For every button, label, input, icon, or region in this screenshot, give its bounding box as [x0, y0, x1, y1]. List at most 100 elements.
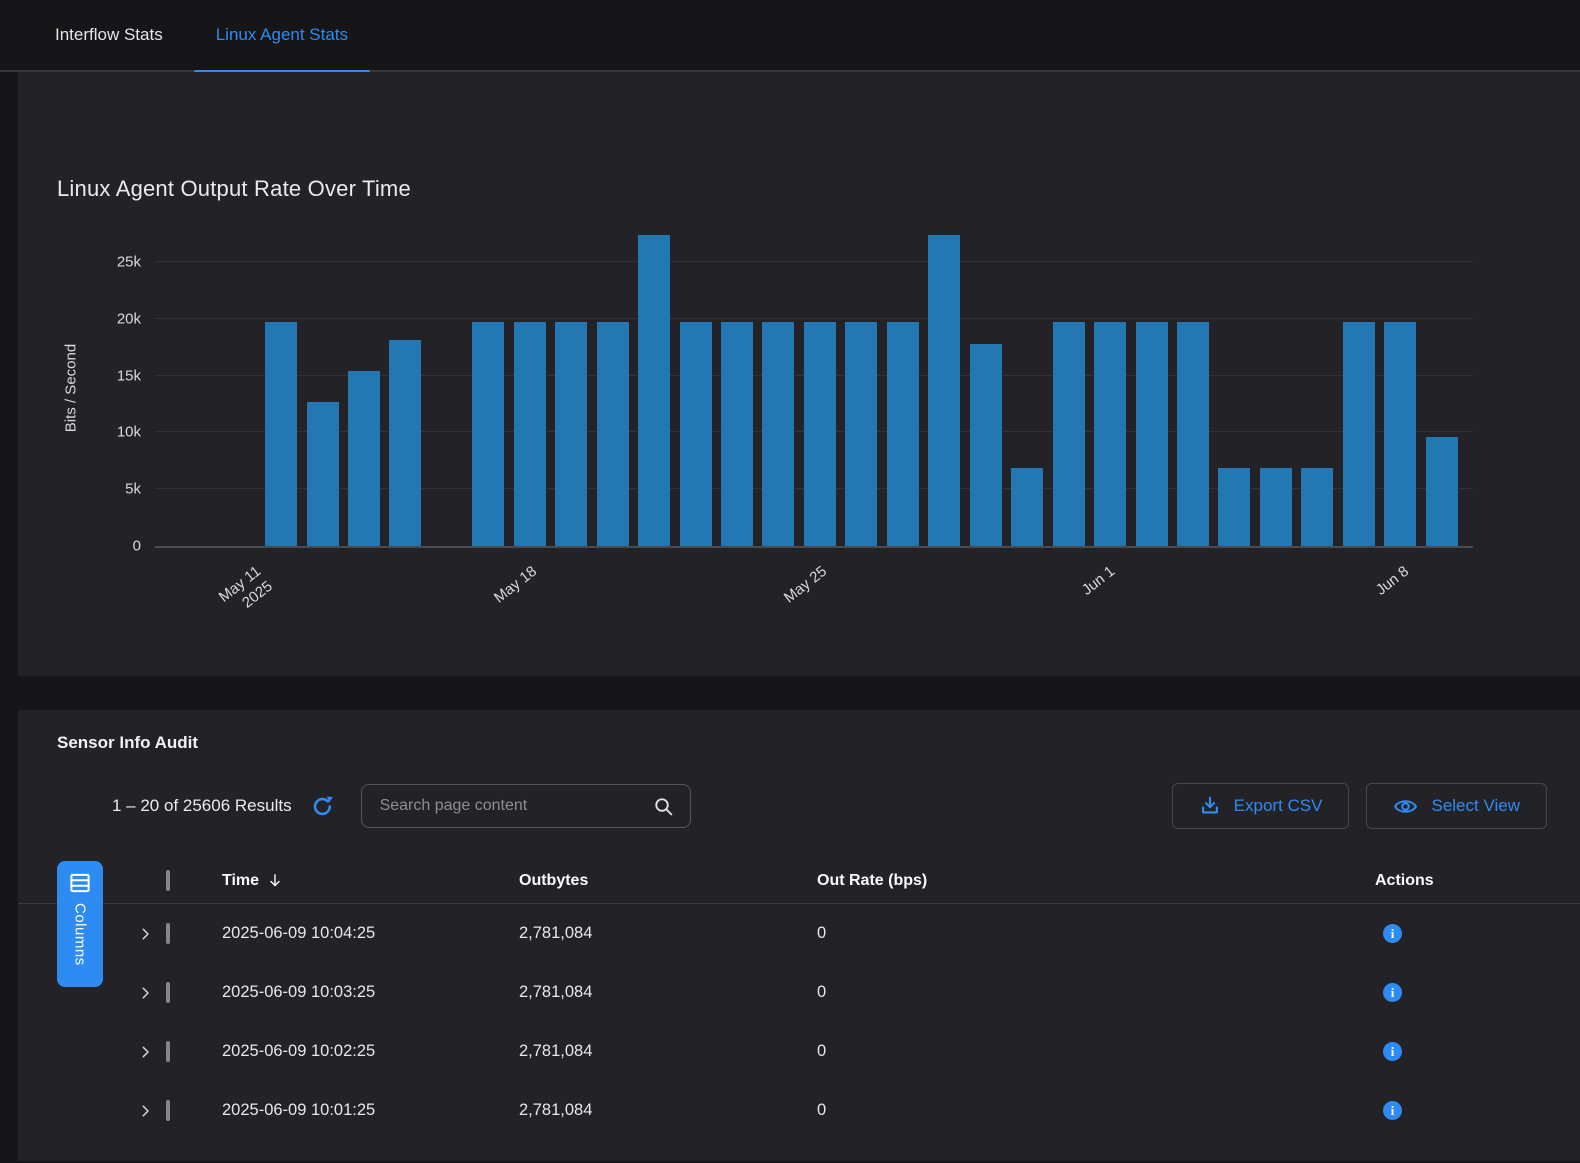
- eye-icon: [1393, 794, 1418, 819]
- chart-bar[interactable]: [1260, 468, 1292, 546]
- chart-bar[interactable]: [762, 322, 794, 546]
- y-tick-label: 25k: [117, 254, 141, 271]
- x-tick-label: May 112025: [215, 562, 276, 622]
- audit-table: Columns Time Outbytes Out Rate (bps) Act…: [18, 858, 1580, 1140]
- chart-bar[interactable]: [1094, 322, 1126, 546]
- columns-button-label: Columns: [72, 903, 89, 966]
- y-tick-label: 20k: [117, 310, 141, 327]
- row-checkbox[interactable]: [166, 1041, 170, 1062]
- chart-bar[interactable]: [597, 322, 629, 546]
- chart-bar[interactable]: [348, 371, 380, 546]
- columns-button[interactable]: Columns: [57, 861, 103, 987]
- x-axis-ticks: May 112025 May 18 May 25 Jun 1 Jun 8: [155, 550, 1473, 670]
- cell-time: 2025-06-09 10:01:25: [222, 1101, 519, 1120]
- chart-bar[interactable]: [804, 322, 836, 546]
- gridline: [155, 318, 1473, 319]
- plot-area: 05k10k15k20k25k: [155, 228, 1473, 548]
- row-expand-chevron-icon[interactable]: [138, 1102, 156, 1120]
- gridline: [155, 261, 1473, 262]
- chart-bar[interactable]: [555, 322, 587, 546]
- cell-time: 2025-06-09 10:02:25: [222, 1042, 519, 1061]
- cell-outbytes: 2,781,084: [519, 924, 817, 943]
- table-controls: 1 – 20 of 25606 Results: [18, 783, 1580, 829]
- chart-title: Linux Agent Output Rate Over Time: [57, 176, 411, 202]
- results-count: 1 – 20 of 25606 Results: [112, 796, 292, 816]
- audit-panel: Sensor Info Audit 1 – 20 of 25606 Result…: [18, 710, 1580, 1161]
- cell-outbytes: 2,781,084: [519, 1042, 817, 1061]
- info-icon[interactable]: i: [1383, 1101, 1402, 1120]
- export-csv-label: Export CSV: [1234, 796, 1323, 816]
- row-expand-chevron-icon[interactable]: [138, 1043, 156, 1061]
- chart-bar[interactable]: [1301, 468, 1333, 546]
- row-checkbox[interactable]: [166, 923, 170, 944]
- chart-bar[interactable]: [845, 322, 877, 546]
- tab-bar: Interflow Stats Linux Agent Stats: [0, 0, 1580, 72]
- table-row: 2025-06-09 10:02:25 2,781,084 0 i: [18, 1022, 1580, 1081]
- export-csv-button[interactable]: Export CSV: [1172, 783, 1350, 829]
- select-view-label: Select View: [1431, 796, 1520, 816]
- table-header-row: Time Outbytes Out Rate (bps) Actions: [18, 858, 1580, 904]
- audit-section-title: Sensor Info Audit: [18, 710, 1580, 753]
- x-tick-label: May 25: [780, 562, 830, 607]
- table-row: 2025-06-09 10:04:25 2,781,084 0 i: [18, 904, 1580, 963]
- row-expand-chevron-icon[interactable]: [138, 925, 156, 943]
- column-header-actions: Actions: [1375, 872, 1580, 890]
- search-input[interactable]: [380, 797, 653, 815]
- time-header-label: Time: [222, 872, 259, 890]
- search-icon[interactable]: [653, 796, 674, 817]
- x-tick-label: May 18: [491, 562, 541, 607]
- y-tick-label: 0: [133, 538, 141, 555]
- cell-time: 2025-06-09 10:04:25: [222, 924, 519, 943]
- chart-bar[interactable]: [928, 235, 960, 546]
- cell-out-rate: 0: [817, 1101, 1375, 1120]
- select-view-button[interactable]: Select View: [1366, 783, 1547, 829]
- chart-bar[interactable]: [1426, 437, 1458, 546]
- chart-bar[interactable]: [389, 340, 421, 546]
- info-icon[interactable]: i: [1383, 983, 1402, 1002]
- x-tick-label: Jun 1: [1078, 562, 1119, 600]
- chart-bar[interactable]: [970, 344, 1002, 546]
- cell-outbytes: 2,781,084: [519, 983, 817, 1002]
- chart-bar[interactable]: [307, 402, 339, 546]
- chart-bar[interactable]: [1218, 468, 1250, 546]
- cell-outbytes: 2,781,084: [519, 1101, 817, 1120]
- chart-bar[interactable]: [1136, 322, 1168, 546]
- table-row: 2025-06-09 10:03:25 2,781,084 0 i: [18, 963, 1580, 1022]
- chart-bar[interactable]: [1384, 322, 1416, 546]
- chart-bar[interactable]: [721, 322, 753, 546]
- chart-bar[interactable]: [1343, 322, 1375, 546]
- tab-interflow-stats[interactable]: Interflow Stats: [33, 0, 185, 71]
- chart-bar[interactable]: [1053, 322, 1085, 546]
- table-row: 2025-06-09 10:01:25 2,781,084 0 i: [18, 1081, 1580, 1140]
- cell-out-rate: 0: [817, 1042, 1375, 1061]
- info-icon[interactable]: i: [1383, 1042, 1402, 1061]
- column-header-out-rate[interactable]: Out Rate (bps): [817, 872, 1375, 890]
- cell-out-rate: 0: [817, 924, 1375, 943]
- search-box: [361, 784, 691, 828]
- cell-out-rate: 0: [817, 983, 1375, 1002]
- y-tick-label: 5k: [125, 481, 141, 498]
- y-tick-label: 15k: [117, 367, 141, 384]
- chart-bar[interactable]: [1177, 322, 1209, 546]
- column-header-outbytes[interactable]: Outbytes: [519, 872, 817, 890]
- select-all-checkbox[interactable]: [166, 870, 170, 891]
- row-checkbox[interactable]: [166, 982, 170, 1003]
- x-tick-label: Jun 8: [1372, 562, 1413, 600]
- column-header-time[interactable]: Time: [222, 872, 519, 890]
- refresh-icon[interactable]: [311, 794, 335, 818]
- chart-bar[interactable]: [1011, 468, 1043, 546]
- chart-bar[interactable]: [887, 322, 919, 546]
- chart-bar[interactable]: [680, 322, 712, 546]
- row-checkbox[interactable]: [166, 1100, 170, 1121]
- chart-bar[interactable]: [638, 235, 670, 546]
- chart-bar[interactable]: [472, 322, 504, 546]
- cell-time: 2025-06-09 10:03:25: [222, 983, 519, 1002]
- info-icon[interactable]: i: [1383, 924, 1402, 943]
- row-expand-chevron-icon[interactable]: [138, 984, 156, 1002]
- chart-bar[interactable]: [265, 322, 297, 546]
- tab-linux-agent-stats[interactable]: Linux Agent Stats: [194, 0, 370, 71]
- sort-desc-icon: [267, 872, 283, 889]
- download-icon: [1199, 795, 1221, 817]
- chart-bar[interactable]: [514, 322, 546, 546]
- y-tick-label: 10k: [117, 424, 141, 441]
